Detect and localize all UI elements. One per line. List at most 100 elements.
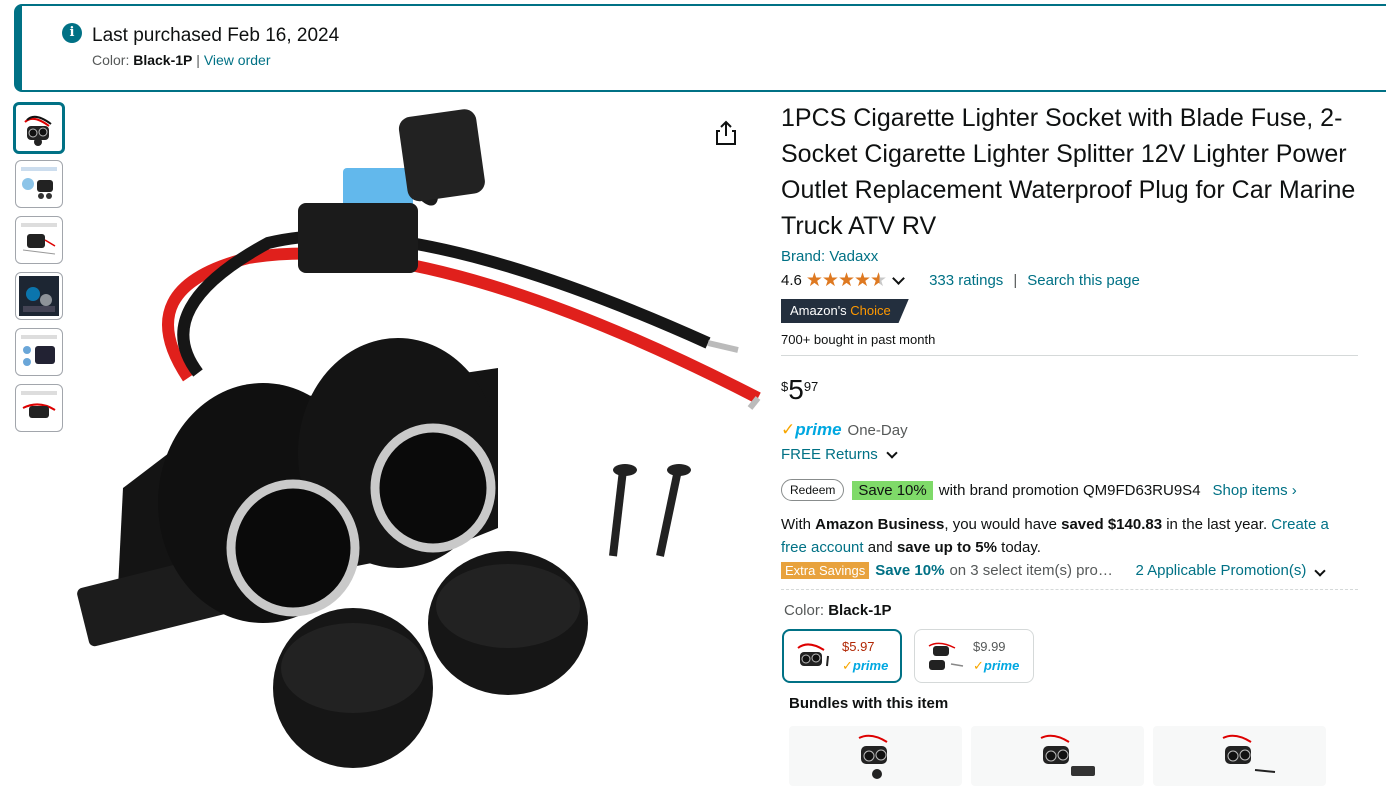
banner-subtitle: Color: Black-1P | View order xyxy=(92,52,270,68)
free-returns[interactable]: FREE Returns xyxy=(781,446,1361,463)
promotion-text: with brand promotion QM9FD63RU9S4 xyxy=(938,481,1201,499)
swatch-image xyxy=(928,642,964,670)
info-icon: i xyxy=(62,23,82,43)
price: $ 5 97 xyxy=(781,376,1361,404)
color-label-prefix: Color: xyxy=(784,602,829,619)
applicable-promotions-link[interactable]: 2 Applicable Promotion(s) xyxy=(1135,562,1332,579)
thumbnail-strip xyxy=(13,102,65,440)
thumbnail-3[interactable] xyxy=(15,216,63,264)
bundle-card[interactable] xyxy=(971,726,1144,786)
bought-past-month: 700+ bought in past month xyxy=(781,332,936,347)
banner-title: Last purchased Feb 16, 2024 xyxy=(92,25,340,46)
swatch-black-1p[interactable]: $5.97 ✓prime xyxy=(782,629,902,683)
star-icon: ★ xyxy=(821,269,839,291)
amazons-choice-badge: Amazon's Choice xyxy=(781,299,909,323)
extra-savings-row: Extra Savings Save 10% on 3 select item(… xyxy=(781,559,1361,581)
rating-row: 4.6 ★ ★ ★ ★ ★ 333 ratings | Search this … xyxy=(781,269,1361,291)
prime-word: prime xyxy=(795,420,842,439)
price-symbol: $ xyxy=(781,379,789,394)
star-icon: ★ xyxy=(837,269,855,291)
prime-check-icon: ✓ xyxy=(842,658,853,673)
swatch-price: $9.99 xyxy=(973,639,1006,654)
thumbnail-2[interactable] xyxy=(15,160,63,208)
view-order-link[interactable]: View order xyxy=(204,52,271,68)
star-icon: ★ xyxy=(805,269,823,291)
product-title: 1PCS Cigarette Lighter Socket with Blade… xyxy=(781,104,1356,240)
divider xyxy=(781,355,1358,356)
prime-check-icon: ✓ xyxy=(973,658,984,673)
extra-save-text: Save 10% xyxy=(875,561,945,579)
prime-delivery: ✓prime One-Day xyxy=(781,420,1361,440)
amazon-business-offer: With Amazon Business, you would have sav… xyxy=(781,513,1358,559)
main-product-image[interactable] xyxy=(68,108,763,791)
price-fraction: 97 xyxy=(803,379,819,394)
thumbnail-1[interactable] xyxy=(13,102,65,154)
biz-text: , you would have xyxy=(944,516,1062,533)
one-day-label: One-Day xyxy=(847,421,908,439)
swatch-price: $5.97 xyxy=(842,639,875,654)
thumbnail-image xyxy=(21,167,57,199)
applicable-promotions-label: 2 Applicable Promotion(s) xyxy=(1135,561,1307,579)
prime-check-icon: ✓ xyxy=(781,420,796,439)
swatch-option-2[interactable]: $9.99 ✓prime xyxy=(914,629,1034,683)
ratings-count-link[interactable]: 333 ratings xyxy=(929,272,1003,289)
banner-color-value: Black-1P xyxy=(133,52,193,68)
biz-text: and xyxy=(863,539,897,556)
price-whole: 5 xyxy=(788,374,804,405)
chevron-down-icon xyxy=(1314,564,1327,577)
color-value: Black-1P xyxy=(828,602,892,619)
swatch-prime-word: prime xyxy=(983,658,1020,673)
bundle-image xyxy=(1040,734,1095,776)
share-icon[interactable] xyxy=(714,120,738,146)
biz-save-up-to: save up to 5% xyxy=(896,539,997,556)
chevron-down-icon[interactable] xyxy=(892,271,905,285)
star-icon: ★ xyxy=(854,269,871,291)
bundles-list xyxy=(789,726,1361,786)
thumbnail-6[interactable] xyxy=(15,384,63,432)
product-details: 1PCS Cigarette Lighter Socket with Blade… xyxy=(781,100,1361,786)
thumbnail-image xyxy=(21,391,57,418)
chevron-down-icon[interactable] xyxy=(886,446,898,459)
biz-text: With xyxy=(781,516,816,533)
redeem-button[interactable]: Redeem xyxy=(781,479,845,501)
color-swatches: $5.97 ✓prime $9.99 ✓prime xyxy=(782,629,1361,683)
bundle-card[interactable] xyxy=(789,726,962,786)
last-purchased-banner: i Last purchased Feb 16, 2024 Color: Bla… xyxy=(14,4,1386,92)
swatch-image xyxy=(797,643,829,667)
color-label: Color: Black-1P xyxy=(784,602,1361,619)
search-page-link[interactable]: Search this page xyxy=(1027,272,1140,289)
banner-separator: | xyxy=(192,52,204,68)
biz-brand: Amazon Business xyxy=(815,516,945,533)
biz-text: in the last year. xyxy=(1162,516,1272,533)
rating-value: 4.6 xyxy=(781,271,802,289)
thumbnail-5[interactable] xyxy=(15,328,63,376)
divider xyxy=(781,589,1358,590)
thumbnail-image xyxy=(21,335,57,366)
product-photo xyxy=(77,109,761,768)
thumbnail-image xyxy=(19,276,59,316)
swatch-prime-word: prime xyxy=(852,658,889,673)
bundle-image xyxy=(1222,734,1275,773)
save-badge: Save 10% xyxy=(852,480,933,500)
bundle-card[interactable] xyxy=(1153,726,1326,786)
shop-items-link[interactable]: Shop items › xyxy=(1213,482,1297,499)
banner-color-prefix: Color: xyxy=(92,52,134,68)
choice-prefix: Amazon's xyxy=(790,303,847,318)
extra-savings-description: on 3 select item(s) pro… xyxy=(949,561,1113,579)
thumbnail-image xyxy=(21,223,57,255)
swatch-prime-logo: ✓prime xyxy=(842,656,888,675)
thumbnail-image xyxy=(24,115,52,146)
rating-separator: | xyxy=(1013,271,1018,289)
biz-text: today. xyxy=(996,539,1041,556)
thumbnail-4[interactable] xyxy=(15,272,63,320)
extra-savings-badge: Extra Savings xyxy=(781,561,870,579)
swatch-prime-logo: ✓prime xyxy=(973,656,1019,675)
prime-logo: ✓prime xyxy=(781,420,842,440)
bundles-title: Bundles with this item xyxy=(789,695,949,712)
free-returns-link[interactable]: FREE Returns xyxy=(781,446,878,463)
star-half-icon: ★ xyxy=(870,269,887,291)
biz-savings: saved $140.83 xyxy=(1061,516,1163,533)
brand-link[interactable]: Brand: Vadaxx xyxy=(781,248,1361,265)
bundle-image xyxy=(858,734,888,779)
star-rating[interactable]: ★ ★ ★ ★ ★ xyxy=(805,269,887,292)
